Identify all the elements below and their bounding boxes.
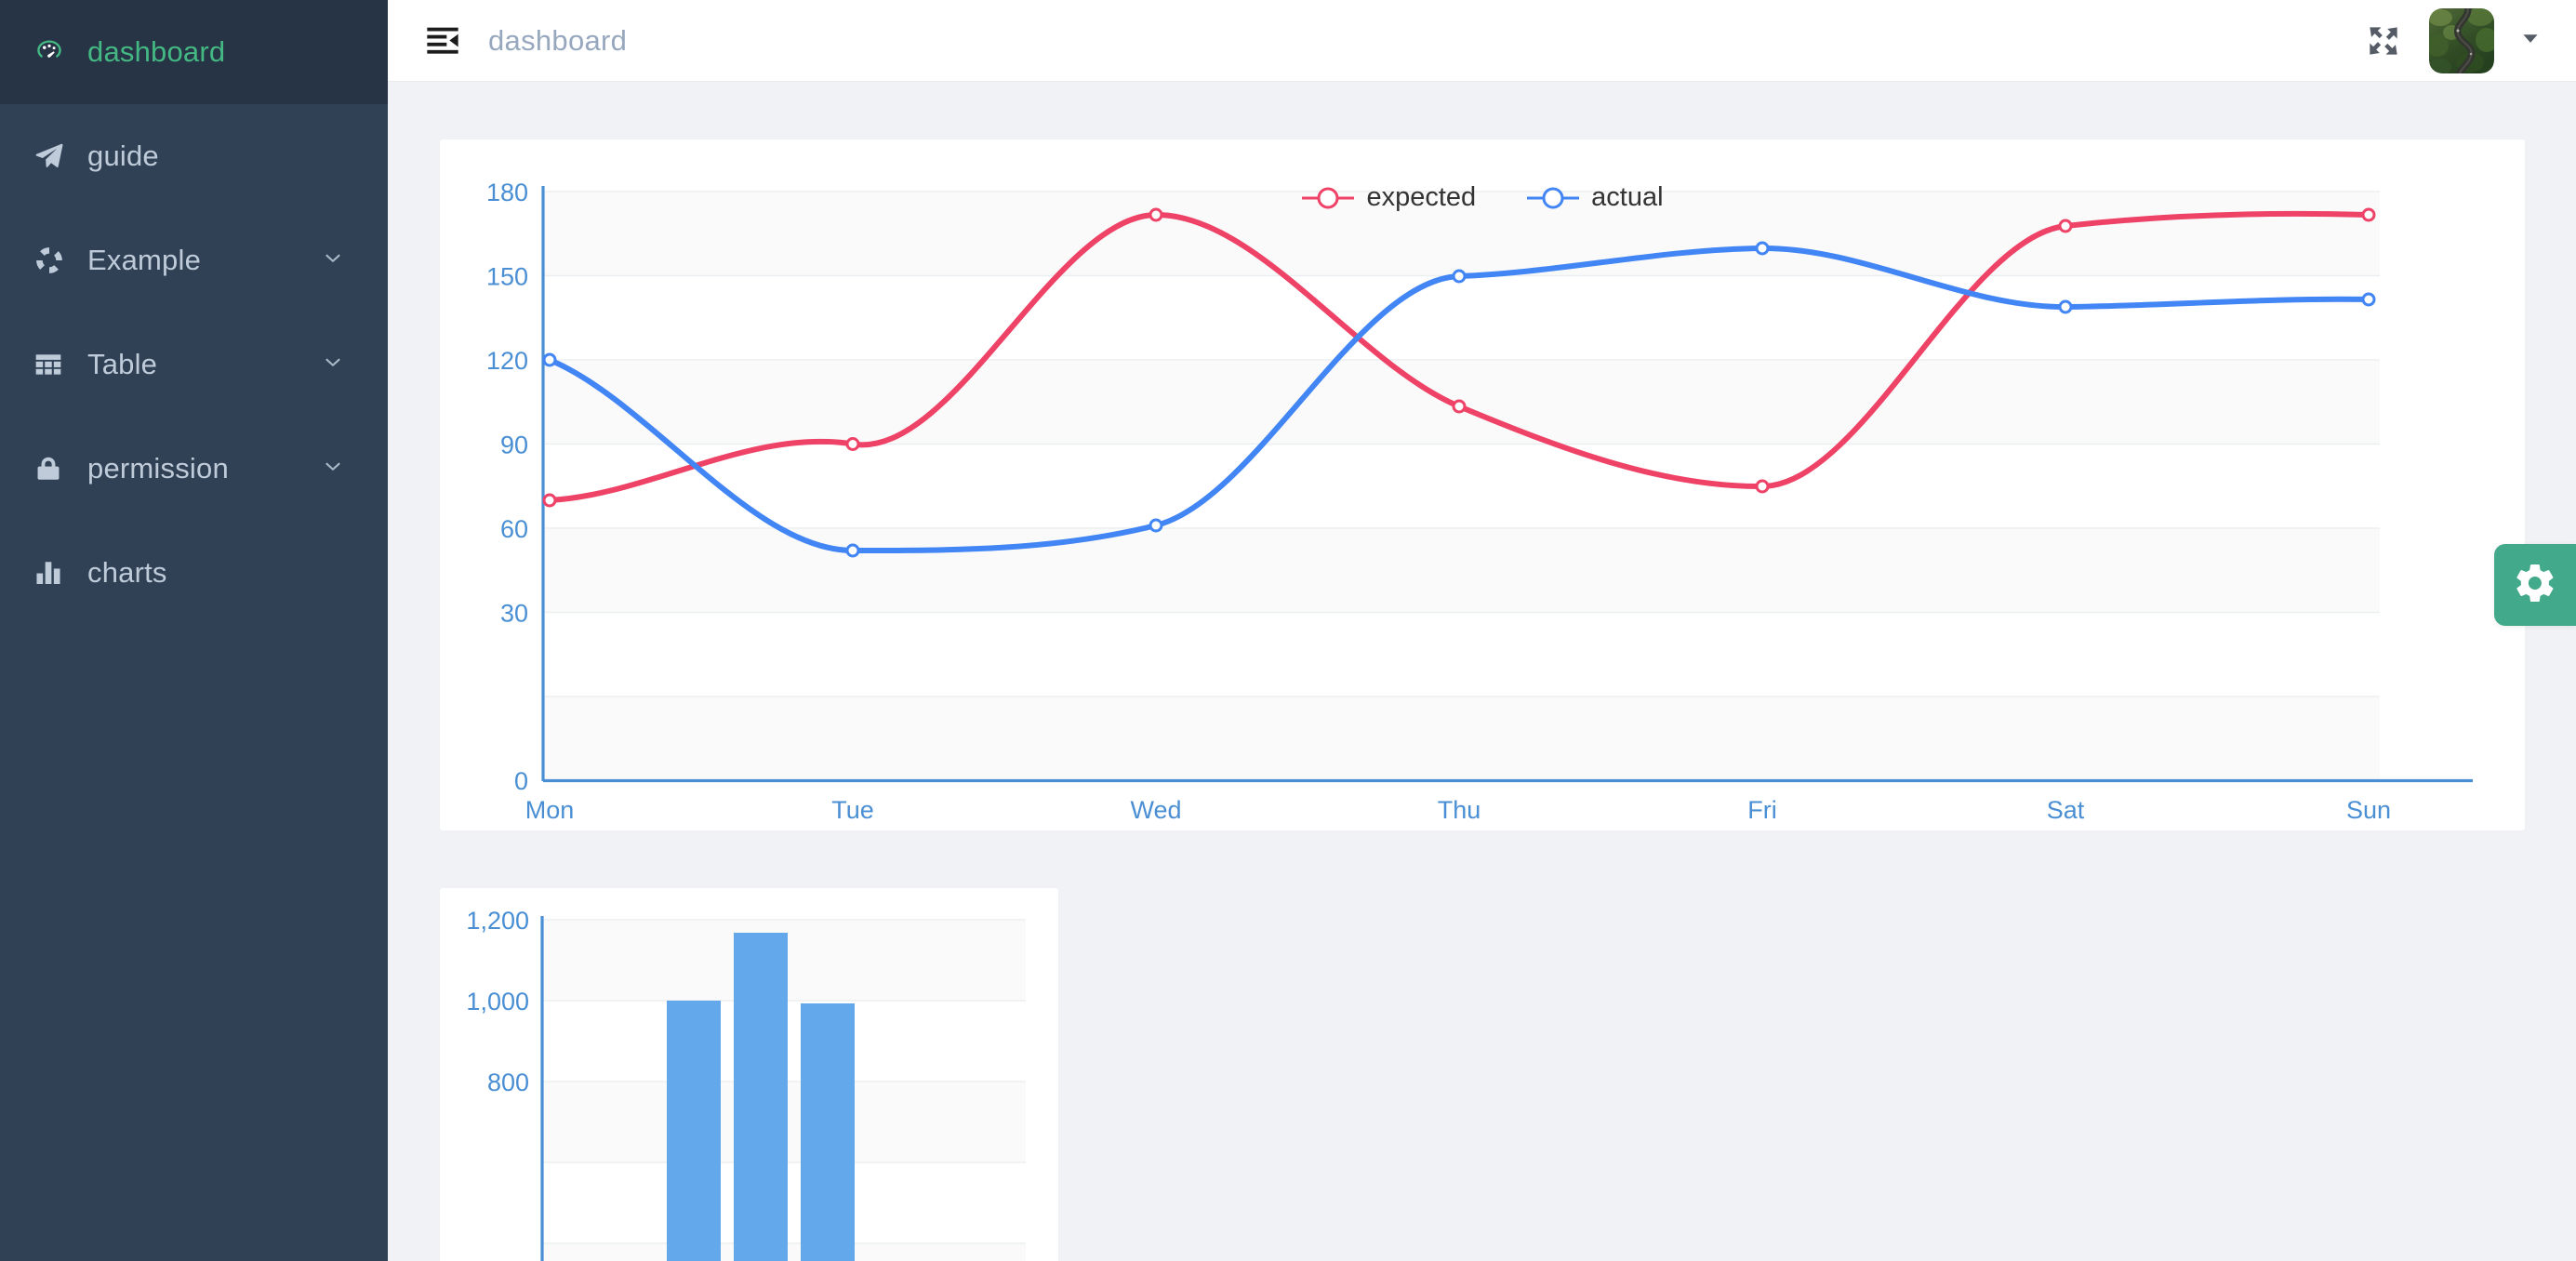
sidebar-item-label: guide: [87, 139, 159, 172]
bar-blue: [667, 1001, 721, 1261]
svg-text:150: 150: [486, 263, 528, 291]
sidebar-item-charts[interactable]: charts: [0, 521, 388, 625]
svg-text:60: 60: [500, 515, 528, 543]
caret-down-icon: [2518, 26, 2543, 55]
settings-fab-button[interactable]: [2494, 544, 2576, 626]
svg-text:1,000: 1,000: [466, 988, 529, 1015]
line-chart[interactable]: 180 150 120 90 60 30 0 Mon Tue Wed Thu F…: [440, 139, 2525, 830]
main-area: dashboard 180 150 120 90 60 30 0 Mon Tue…: [388, 0, 2576, 1261]
svg-text:Sat: Sat: [2047, 796, 2085, 824]
bar-chart-svg: 1,200 1,000 800 600: [466, 907, 1026, 1261]
x-tick-labels: Mon Tue Wed Thu Fri Sat Sun: [525, 796, 2391, 824]
svg-text:800: 800: [487, 1069, 529, 1096]
dashboard-gauge-icon: [33, 36, 76, 68]
svg-text:Thu: Thu: [1438, 796, 1481, 824]
legend-item-actual[interactable]: actual: [1526, 182, 1664, 213]
breadcrumb[interactable]: dashboard: [488, 24, 627, 58]
top-navbar: dashboard: [388, 0, 2576, 82]
y-tick-labels: 180 150 120 90 60 30 0: [486, 179, 528, 795]
line-chart-card: 180 150 120 90 60 30 0 Mon Tue Wed Thu F…: [440, 139, 2525, 830]
svg-text:Tue: Tue: [831, 796, 874, 824]
sidebar-item-table[interactable]: Table: [0, 312, 388, 417]
bar-blue: [801, 1003, 855, 1261]
legend-label-expected: expected: [1366, 182, 1477, 212]
paper-plane-icon: [33, 140, 76, 172]
sidebar-item-guide[interactable]: guide: [0, 104, 388, 208]
svg-text:120: 120: [486, 347, 528, 375]
bar-chart-card: 1,200 1,000 800 600: [440, 888, 1058, 1261]
svg-text:Fri: Fri: [1747, 796, 1776, 824]
chevron-down-icon: [321, 455, 345, 484]
user-avatar: [2429, 7, 2494, 73]
sidebar-item-label: charts: [87, 556, 167, 589]
svg-text:1,200: 1,200: [466, 907, 529, 935]
svg-text:30: 30: [500, 600, 528, 628]
navbar-right-cluster: [2351, 7, 2543, 73]
content-scroll-area: 180 150 120 90 60 30 0 Mon Tue Wed Thu F…: [388, 82, 2576, 1261]
fullscreen-expand-icon[interactable]: [2351, 8, 2416, 73]
bar-blue: [734, 933, 788, 1261]
hamburger-collapse-icon[interactable]: [418, 16, 468, 66]
y-tick-labels: 1,200 1,000 800 600: [466, 907, 529, 1096]
user-avatar-menu[interactable]: [2429, 7, 2543, 73]
line-chart-svg: 180 150 120 90 60 30 0 Mon Tue Wed Thu F…: [486, 179, 2473, 824]
sidebar-item-permission[interactable]: permission: [0, 417, 388, 521]
sidebar-item-label: dashboard: [87, 35, 226, 68]
sidebar: dashboard guide Example Table permission…: [0, 0, 388, 1261]
table-grid-icon: [33, 350, 76, 379]
bar-chart[interactable]: 1,200 1,000 800 600: [440, 888, 1058, 1261]
sidebar-item-example[interactable]: Example: [0, 208, 388, 312]
svg-text:90: 90: [500, 431, 528, 459]
sidebar-item-label: Example: [87, 244, 202, 276]
svg-text:Wed: Wed: [1130, 796, 1181, 824]
sidebar-item-label: permission: [87, 452, 229, 484]
line-chart-legend: expected actual: [440, 182, 2525, 213]
component-icon: [33, 245, 76, 276]
legend-item-expected[interactable]: expected: [1301, 182, 1476, 213]
svg-text:Sun: Sun: [2346, 796, 2391, 824]
app-root: dashboard guide Example Table permission…: [0, 0, 2576, 1261]
card-spacer: [440, 830, 2525, 888]
chevron-down-icon: [321, 351, 345, 379]
sidebar-item-label: Table: [87, 348, 158, 380]
bar-chart-icon: [33, 558, 76, 588]
legend-marker-expected: [1302, 187, 1355, 208]
content-padding: 180 150 120 90 60 30 0 Mon Tue Wed Thu F…: [388, 139, 2576, 1261]
gear-settings-icon: [2513, 561, 2557, 610]
legend-marker-actual: [1527, 187, 1580, 208]
sidebar-item-dashboard[interactable]: dashboard: [0, 0, 388, 104]
legend-label-actual: actual: [1591, 182, 1664, 212]
svg-text:Mon: Mon: [525, 796, 575, 824]
svg-text:0: 0: [514, 767, 528, 795]
chevron-down-icon: [321, 246, 345, 275]
lock-icon: [33, 454, 76, 484]
